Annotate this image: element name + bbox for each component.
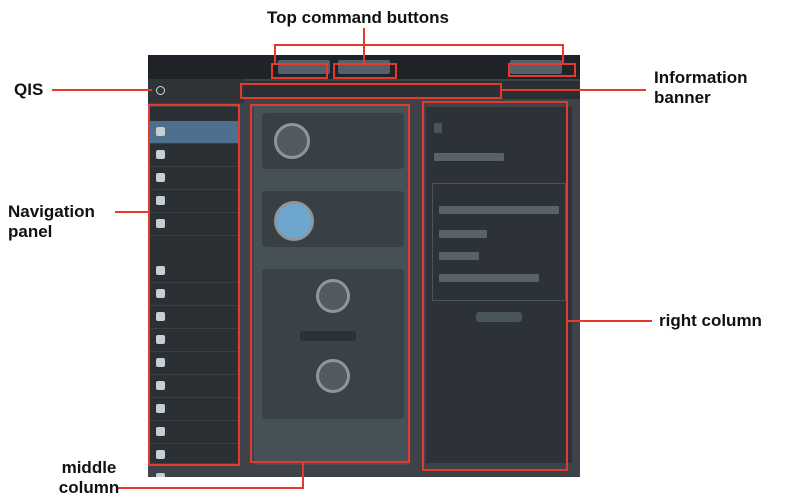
callout-right-column: right column <box>659 311 762 330</box>
leader-line <box>363 28 365 63</box>
nav-item[interactable] <box>150 467 238 477</box>
navigation-panel-frame <box>148 104 240 466</box>
leader-line <box>568 320 652 322</box>
leader-line <box>274 44 564 46</box>
leader-line <box>115 211 148 213</box>
leader-line <box>274 44 276 63</box>
leader-line <box>562 44 564 63</box>
information-banner-frame <box>240 83 502 99</box>
leader-line <box>52 89 152 91</box>
brand-logo <box>154 61 234 71</box>
search-icon <box>156 86 165 95</box>
callout-navigation-panel: Navigation panel <box>8 202 95 241</box>
top-command-button-frame-1 <box>271 63 328 79</box>
callout-information-banner: Information banner <box>654 68 748 107</box>
callout-top-command-buttons: Top command buttons <box>267 8 449 27</box>
callout-qis: QIS <box>14 80 44 99</box>
leader-line <box>118 487 304 489</box>
leader-line <box>502 89 646 91</box>
callout-middle-column: middle column <box>58 458 120 497</box>
qis-bar[interactable] <box>148 79 244 103</box>
middle-column-frame <box>250 104 410 463</box>
leader-line <box>302 463 304 488</box>
nav-icon <box>156 473 165 477</box>
right-column-frame <box>422 101 568 471</box>
top-command-button-frame-2 <box>333 63 397 79</box>
top-command-button-frame-3 <box>508 63 576 77</box>
